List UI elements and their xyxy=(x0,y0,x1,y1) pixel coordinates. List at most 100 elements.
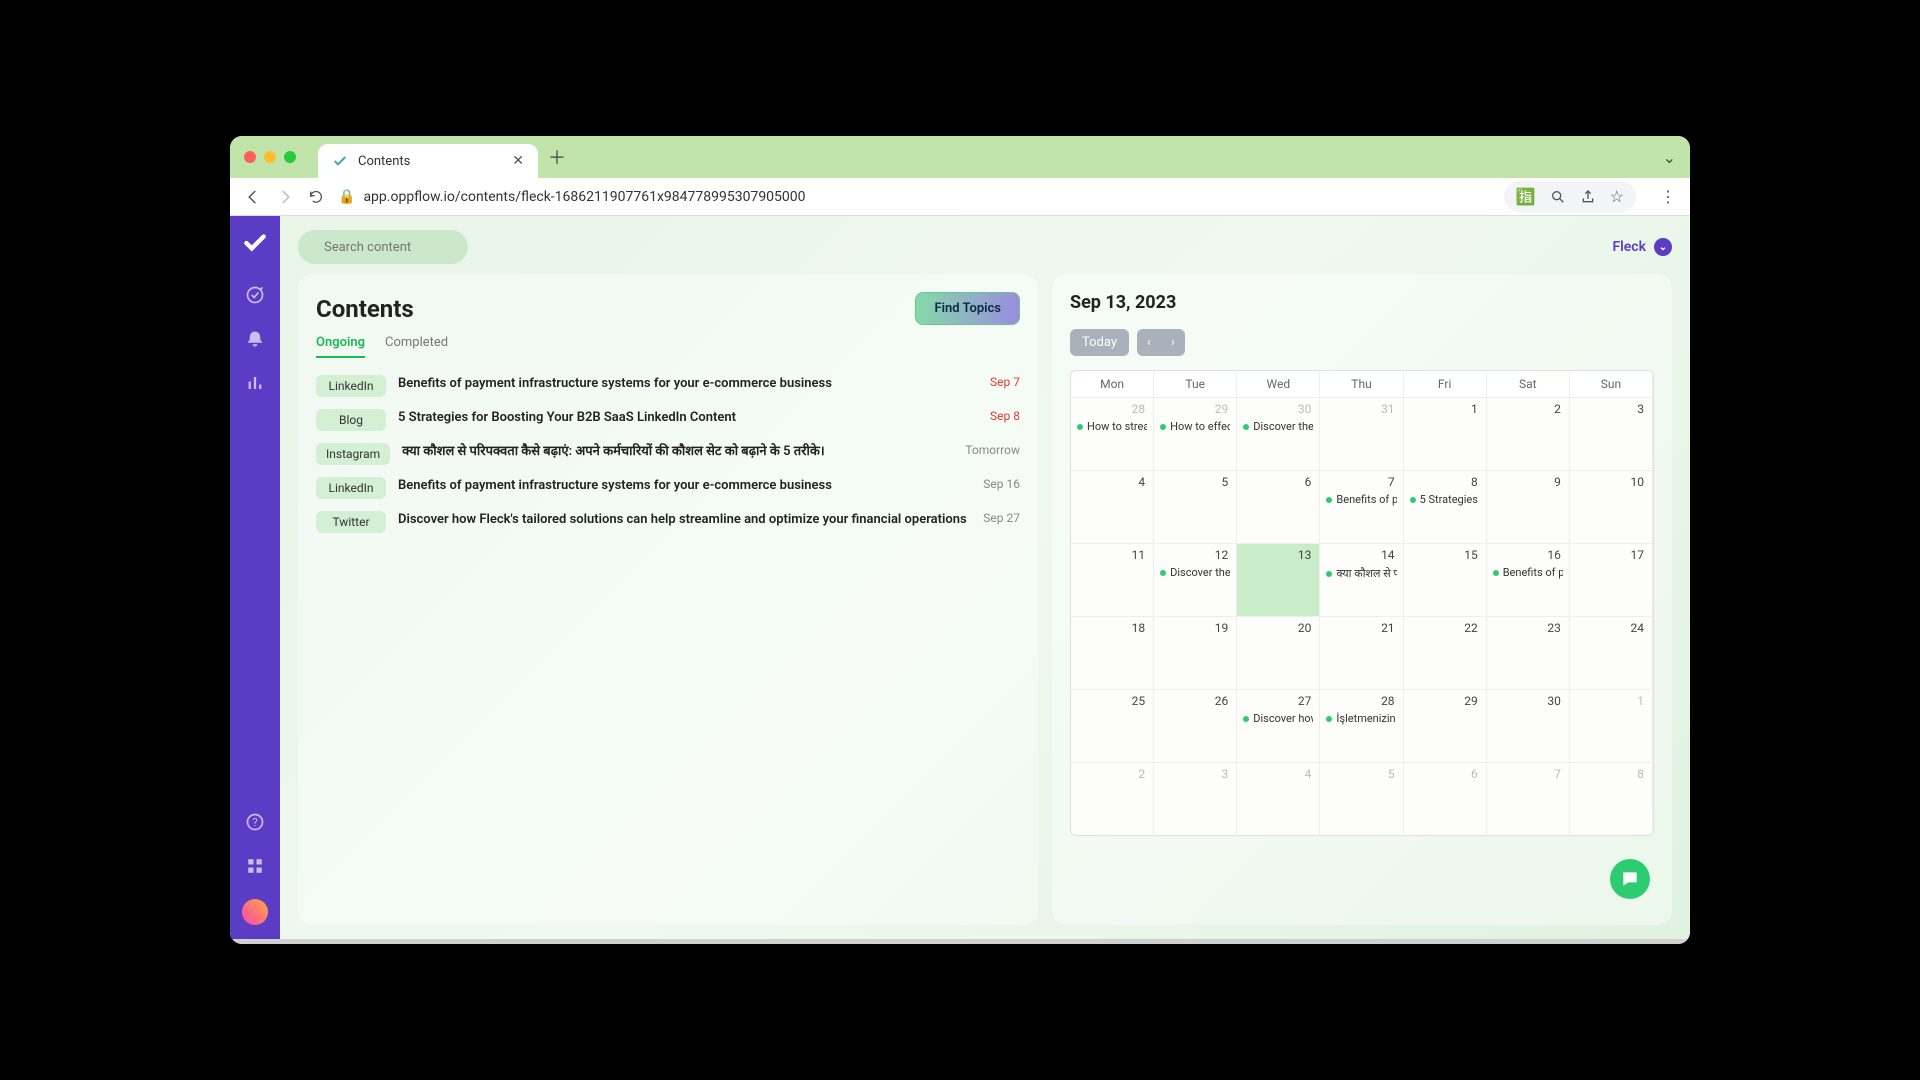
calendar-day[interactable]: 28İşletmenizin V xyxy=(1320,689,1403,762)
search-box[interactable] xyxy=(298,230,468,264)
prev-month-button[interactable]: ‹ xyxy=(1137,329,1161,356)
tabs-dropdown-icon[interactable]: ⌄ xyxy=(1663,148,1676,167)
content-row[interactable]: LinkedInBenefits of payment infrastructu… xyxy=(316,477,1020,499)
calendar-day[interactable]: 26 xyxy=(1154,689,1237,762)
content-row[interactable]: Blog5 Strategies for Boosting Your B2B S… xyxy=(316,409,1020,431)
chat-fab[interactable] xyxy=(1610,859,1650,899)
today-button[interactable]: Today xyxy=(1070,329,1129,356)
calendar-day[interactable]: 28 How to strear xyxy=(1071,397,1154,470)
day-number: 10 xyxy=(1631,475,1645,489)
day-number: 30 xyxy=(1298,402,1312,416)
event-dot-icon xyxy=(1326,716,1332,722)
notifications-icon[interactable] xyxy=(244,328,266,350)
calendar-day[interactable]: 14क्या कौशल से परि xyxy=(1320,543,1403,616)
calendar-day[interactable]: 3 xyxy=(1570,397,1653,470)
calendar-day[interactable]: 30 xyxy=(1487,689,1570,762)
calendar-day[interactable]: 27Discover how xyxy=(1237,689,1320,762)
calendar-day[interactable]: 8 xyxy=(1570,762,1653,835)
calendar-day[interactable]: 22 xyxy=(1404,616,1487,689)
calendar-day[interactable]: 6 xyxy=(1404,762,1487,835)
calendar-day[interactable]: 11 xyxy=(1071,543,1154,616)
calendar-event[interactable]: İşletmenizin V xyxy=(1326,712,1396,725)
apps-icon[interactable] xyxy=(244,855,266,877)
calendar-day[interactable]: 6 xyxy=(1237,470,1320,543)
calendar-day[interactable]: 19 xyxy=(1154,616,1237,689)
calendar-day[interactable]: 20 xyxy=(1237,616,1320,689)
address-bar[interactable]: 🔒 app.oppflow.io/contents/fleck-16862119… xyxy=(338,189,1490,205)
calendar-day[interactable]: 3 xyxy=(1154,762,1237,835)
zoom-icon[interactable] xyxy=(1550,189,1566,205)
calendar-day[interactable]: 23 xyxy=(1487,616,1570,689)
bookmark-icon[interactable]: ☆ xyxy=(1610,187,1624,206)
calendar-day[interactable]: 10 xyxy=(1570,470,1653,543)
calendar-event[interactable]: Discover the l xyxy=(1243,420,1313,433)
day-number: 24 xyxy=(1631,621,1645,635)
calendar-day[interactable]: 13 xyxy=(1237,543,1320,616)
calendar-day[interactable]: 16Benefits of pa xyxy=(1487,543,1570,616)
next-month-button[interactable]: › xyxy=(1161,329,1185,356)
browser-tab[interactable]: Contents ✕ xyxy=(318,144,538,178)
calendar-day[interactable]: 15 xyxy=(1404,543,1487,616)
day-number: 28 xyxy=(1132,402,1146,416)
back-button[interactable] xyxy=(244,188,262,206)
browser-menu-icon[interactable]: ⋮ xyxy=(1660,187,1676,206)
calendar-day[interactable]: 17 xyxy=(1570,543,1653,616)
calendar-day[interactable]: 5 xyxy=(1320,762,1403,835)
calendar-day[interactable]: 21 xyxy=(1320,616,1403,689)
browser-toolbar: 🔒 app.oppflow.io/contents/fleck-16862119… xyxy=(230,178,1690,216)
tab-ongoing[interactable]: Ongoing xyxy=(316,335,365,358)
calendar-day[interactable]: 24 xyxy=(1570,616,1653,689)
help-icon[interactable]: ? xyxy=(244,811,266,833)
calendar-day[interactable]: 30 Discover the l xyxy=(1237,397,1320,470)
calendar-event[interactable]: How to strear xyxy=(1077,420,1147,433)
calendar-event[interactable]: Discover how xyxy=(1243,712,1313,725)
user-avatar[interactable] xyxy=(242,899,268,925)
share-icon[interactable] xyxy=(1580,189,1596,205)
calendar-day[interactable]: 2 xyxy=(1487,397,1570,470)
calendar-day[interactable]: 18 xyxy=(1071,616,1154,689)
minimize-window[interactable] xyxy=(264,151,276,163)
day-number: 29 xyxy=(1464,694,1478,708)
calendar-day[interactable]: 9 xyxy=(1487,470,1570,543)
content-row[interactable]: TwitterDiscover how Fleck's tailored sol… xyxy=(316,511,1020,533)
tab-completed[interactable]: Completed xyxy=(385,335,448,358)
analytics-icon[interactable] xyxy=(244,372,266,394)
day-number: 15 xyxy=(1464,548,1478,562)
tasks-icon[interactable] xyxy=(244,284,266,306)
calendar-day[interactable]: 7 xyxy=(1487,762,1570,835)
forward-button[interactable] xyxy=(276,188,294,206)
calendar-event[interactable]: How to effect xyxy=(1160,420,1230,433)
calendar-day[interactable]: 29 xyxy=(1404,689,1487,762)
maximize-window[interactable] xyxy=(284,151,296,163)
horizontal-scrollbar[interactable] xyxy=(230,939,1690,944)
calendar-day[interactable]: 29How to effect xyxy=(1154,397,1237,470)
calendar-day[interactable]: 85 Strategies fo xyxy=(1404,470,1487,543)
org-switcher[interactable]: Fleck ⌄ xyxy=(1612,238,1672,256)
calendar-day[interactable]: 7Benefits of pa xyxy=(1320,470,1403,543)
calendar-day[interactable]: 1 xyxy=(1570,689,1653,762)
calendar-day[interactable]: 25 xyxy=(1071,689,1154,762)
content-row[interactable]: Instagramक्या कौशल से परिपक्वता कैसे बढ़… xyxy=(316,443,1020,465)
calendar-day[interactable]: 5 xyxy=(1154,470,1237,543)
app-logo[interactable] xyxy=(242,230,268,262)
calendar-event[interactable]: Discover the l xyxy=(1160,566,1230,579)
close-window[interactable] xyxy=(244,151,256,163)
calendar-day[interactable]: 1 xyxy=(1404,397,1487,470)
reload-button[interactable] xyxy=(308,189,324,205)
calendar-day[interactable]: 31 xyxy=(1320,397,1403,470)
content-row[interactable]: LinkedInBenefits of payment infrastructu… xyxy=(316,375,1020,397)
search-input[interactable] xyxy=(324,240,490,255)
calendar-event[interactable]: क्या कौशल से परि xyxy=(1326,566,1396,581)
calendar-event[interactable]: Benefits of pa xyxy=(1326,493,1396,506)
find-topics-button[interactable]: Find Topics xyxy=(915,292,1020,325)
calendar-event[interactable]: 5 Strategies fo xyxy=(1410,493,1480,506)
calendar-event[interactable]: Benefits of pa xyxy=(1493,566,1563,579)
translate-icon[interactable]: 🈯 xyxy=(1516,187,1536,206)
close-tab-icon[interactable]: ✕ xyxy=(512,153,524,169)
day-number: 2 xyxy=(1138,767,1145,781)
calendar-day[interactable]: 4 xyxy=(1071,470,1154,543)
calendar-day[interactable]: 4 xyxy=(1237,762,1320,835)
calendar-day[interactable]: 2 xyxy=(1071,762,1154,835)
calendar-day[interactable]: 12Discover the l xyxy=(1154,543,1237,616)
new-tab-button[interactable]: ＋ xyxy=(548,144,566,170)
